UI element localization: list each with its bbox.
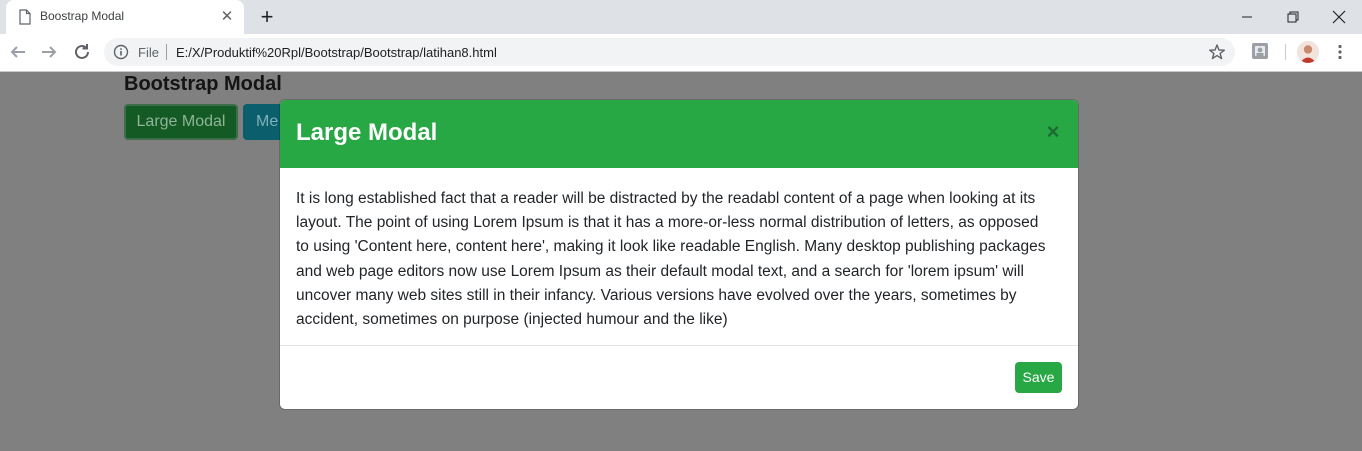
toolbar-divider — [1285, 44, 1286, 60]
restore-icon[interactable] — [1270, 5, 1316, 29]
info-icon[interactable] — [113, 44, 129, 60]
modal-title: Large Modal — [296, 119, 438, 146]
url-text[interactable]: E:/X/Produktif%20Rpl/Bootstrap/Bootstrap… — [176, 45, 497, 60]
save-button[interactable]: Save — [1015, 362, 1062, 393]
browser-toolbar: File E:/X/Produktif%20Rpl/Bootstrap/Boot… — [0, 34, 1362, 72]
plus-icon[interactable]: + — [255, 5, 279, 29]
modal-body-text: It is long established fact that a reade… — [296, 190, 1046, 329]
browser-tab[interactable]: Boostrap Modal ✕ — [6, 0, 244, 34]
address-bar[interactable]: File E:/X/Produktif%20Rpl/Bootstrap/Boot… — [104, 38, 1235, 66]
star-icon[interactable] — [1208, 43, 1226, 61]
kebab-menu-icon[interactable] — [1330, 42, 1350, 62]
window-close-icon[interactable] — [1316, 5, 1362, 29]
browser-tabstrip: Boostrap Modal ✕ + — [0, 0, 1362, 34]
large-modal-button[interactable]: Large Modal — [124, 104, 238, 140]
modal-footer-divider — [280, 345, 1078, 346]
forward-arrow-icon[interactable] — [37, 40, 61, 64]
extension-icon[interactable] — [1251, 42, 1269, 60]
close-icon[interactable]: ✕ — [218, 8, 236, 26]
tab-title: Boostrap Modal — [40, 9, 125, 23]
modal-header: Large Modal × — [280, 100, 1078, 168]
back-arrow-icon[interactable] — [6, 40, 30, 64]
address-separator — [166, 44, 167, 60]
large-modal-dialog: Large Modal × It is long established fac… — [280, 100, 1078, 409]
page-icon — [19, 9, 31, 25]
file-label: File — [138, 45, 159, 60]
minimize-icon[interactable] — [1224, 5, 1270, 29]
avatar-image — [1297, 41, 1319, 63]
avatar[interactable] — [1297, 41, 1319, 63]
page-title: Bootstrap Modal — [124, 73, 282, 95]
close-icon[interactable]: × — [1043, 120, 1063, 144]
reload-icon[interactable] — [70, 40, 94, 64]
